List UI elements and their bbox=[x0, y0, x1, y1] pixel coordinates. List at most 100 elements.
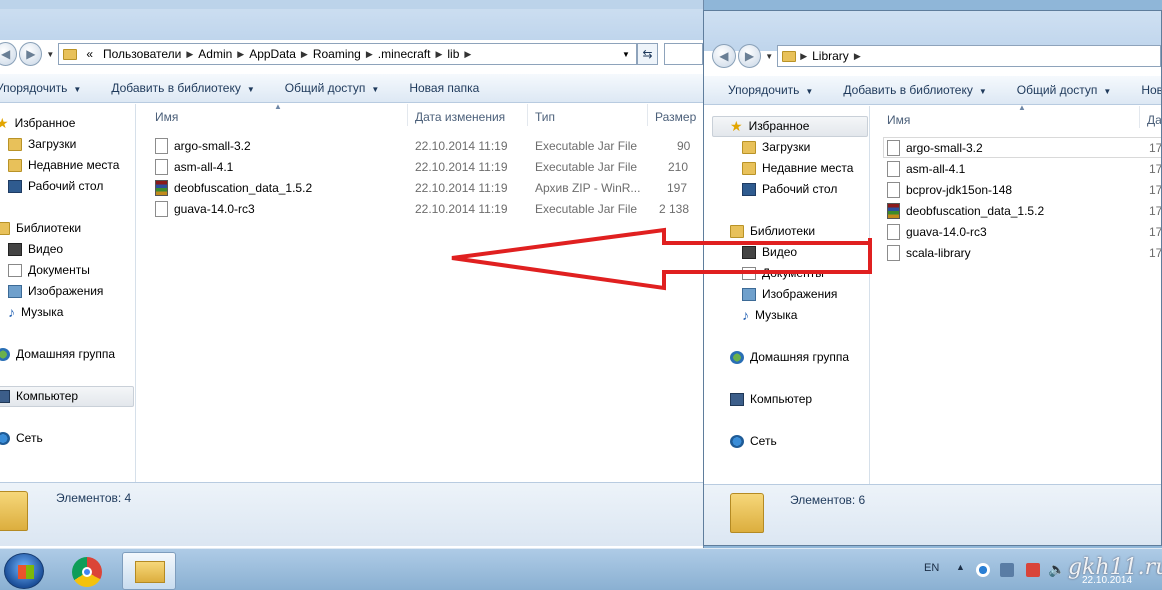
documents-library-icon bbox=[742, 266, 756, 280]
star-icon: ★ bbox=[0, 116, 9, 130]
folder-icon bbox=[782, 50, 797, 62]
nav-computer[interactable]: Компьютер bbox=[730, 392, 812, 406]
column-header-name[interactable]: Имя bbox=[155, 110, 178, 124]
breadcrumb-item[interactable]: Roaming bbox=[313, 47, 361, 61]
organize-button[interactable]: Упорядочить ▼ bbox=[0, 81, 81, 95]
chevron-right-icon[interactable]: ▶ bbox=[464, 49, 471, 60]
nav-recent-places[interactable]: Недавние места bbox=[8, 158, 119, 172]
volume-icon[interactable]: 🔈 bbox=[1048, 561, 1065, 578]
recent-pages-dropdown-icon[interactable]: ▼ bbox=[46, 50, 54, 59]
nav-homegroup[interactable]: Домашняя группа bbox=[0, 347, 115, 361]
breadcrumb-item[interactable]: AppData bbox=[249, 47, 296, 61]
file-row[interactable]: bcprov-jdk15on-148 17. bbox=[887, 179, 1162, 200]
file-type: Executable Jar File bbox=[535, 138, 638, 153]
new-folder-button[interactable]: Нов bbox=[1141, 83, 1161, 97]
nav-music[interactable]: ♪ Музыка bbox=[742, 308, 797, 323]
file-row[interactable]: deobfuscation_data_1.5.2 22.10.2014 11:1… bbox=[155, 177, 703, 198]
chevron-right-icon[interactable]: ▶ bbox=[800, 51, 807, 62]
file-row[interactable]: scala-library 17. bbox=[887, 242, 1162, 263]
address-bar[interactable]: ▶ Library ▶ bbox=[777, 45, 1161, 67]
chevron-right-icon[interactable]: ▶ bbox=[435, 49, 442, 60]
column-divider[interactable] bbox=[527, 104, 528, 126]
add-to-library-button[interactable]: Добавить в библиотеку ▼ bbox=[111, 81, 254, 95]
column-header-size[interactable]: Размер bbox=[655, 110, 696, 124]
nav-desktop[interactable]: Рабочий стол bbox=[742, 182, 837, 196]
nav-pictures[interactable]: Изображения bbox=[742, 287, 837, 301]
network-tray-icon[interactable] bbox=[976, 563, 990, 577]
back-button[interactable]: ◀ bbox=[712, 44, 736, 68]
nav-network[interactable]: Сеть bbox=[730, 434, 777, 448]
file-icon bbox=[887, 223, 900, 240]
column-header-name[interactable]: Имя bbox=[887, 113, 910, 127]
nav-downloads[interactable]: Загрузки bbox=[8, 137, 76, 151]
column-divider[interactable] bbox=[647, 104, 648, 126]
file-row[interactable]: guava-14.0-rc3 22.10.2014 11:19 Executab… bbox=[155, 198, 703, 219]
breadcrumb-item[interactable]: Library bbox=[812, 49, 849, 63]
file-icon bbox=[887, 160, 900, 177]
file-row[interactable]: asm-all-4.1 22.10.2014 11:19 Executable … bbox=[155, 156, 703, 177]
nav-desktop[interactable]: Рабочий стол bbox=[8, 179, 103, 193]
file-date: 17. bbox=[1149, 182, 1162, 197]
nav-computer[interactable]: Компьютер bbox=[0, 389, 78, 403]
nav-homegroup[interactable]: Домашняя группа bbox=[730, 350, 849, 364]
network-error-icon[interactable] bbox=[1026, 563, 1040, 577]
chevron-right-icon[interactable]: ▶ bbox=[366, 49, 373, 60]
column-header-date[interactable]: Дата изменения bbox=[415, 110, 505, 124]
libraries-icon bbox=[0, 221, 10, 235]
nav-music[interactable]: ♪ Музыка bbox=[8, 305, 63, 320]
nav-favorites[interactable]: ★Избранное bbox=[0, 116, 75, 131]
nav-libraries[interactable]: Библиотеки bbox=[730, 224, 815, 238]
chevron-right-icon[interactable]: ▶ bbox=[301, 49, 308, 60]
chevron-right-icon[interactable]: ▶ bbox=[854, 51, 861, 62]
file-row[interactable]: argo-small-3.2 17. bbox=[887, 137, 1161, 158]
nav-favorites[interactable]: ★Избранное bbox=[730, 119, 809, 134]
share-button[interactable]: Общий доступ ▼ bbox=[1017, 83, 1112, 97]
column-header-type[interactable]: Тип bbox=[535, 110, 555, 124]
nav-recent-places[interactable]: Недавние места bbox=[742, 161, 853, 175]
file-date: 17. bbox=[1149, 245, 1162, 260]
search-input[interactable] bbox=[664, 43, 703, 65]
back-button[interactable]: ◀ bbox=[0, 42, 18, 66]
file-row[interactable]: deobfuscation_data_1.5.2 17. bbox=[887, 200, 1161, 221]
start-button[interactable] bbox=[4, 553, 44, 589]
explorer-taskbar-button[interactable] bbox=[122, 552, 176, 590]
file-name: deobfuscation_data_1.5.2 bbox=[174, 180, 313, 195]
breadcrumb-item[interactable]: Пользователи bbox=[103, 47, 181, 61]
recent-pages-dropdown-icon[interactable]: ▼ bbox=[765, 52, 773, 61]
nav-libraries[interactable]: Библиотеки bbox=[0, 221, 81, 235]
forward-button[interactable]: ▶ bbox=[19, 42, 43, 66]
address-dropdown-icon[interactable]: ▼ bbox=[622, 50, 630, 59]
show-hidden-icons-icon[interactable]: ▲ bbox=[956, 562, 965, 572]
nav-network[interactable]: Сеть bbox=[0, 431, 43, 445]
chevron-right-icon[interactable]: ▶ bbox=[237, 49, 244, 60]
nav-video[interactable]: Видео bbox=[8, 242, 63, 256]
nav-documents[interactable]: Документы bbox=[8, 263, 90, 277]
nav-documents[interactable]: Документы bbox=[742, 266, 824, 280]
command-bar: Упорядочить ▼ Добавить в библиотеку ▼ Общи… bbox=[0, 73, 703, 103]
file-row[interactable]: argo-small-3.2 22.10.2014 11:19 Executab… bbox=[155, 135, 703, 156]
share-button[interactable]: Общий доступ ▼ bbox=[285, 81, 380, 95]
chrome-icon[interactable] bbox=[72, 557, 102, 587]
refresh-icon[interactable]: ⇆ bbox=[636, 43, 659, 65]
breadcrumb-overflow[interactable]: « bbox=[86, 47, 93, 61]
file-row[interactable]: guava-14.0-rc3 17. bbox=[887, 221, 1161, 242]
file-size: 90 bbox=[677, 138, 691, 153]
nav-downloads[interactable]: Загрузки bbox=[742, 140, 810, 154]
chevron-right-icon[interactable]: ▶ bbox=[186, 49, 193, 60]
file-row[interactable]: asm-all-4.1 17. bbox=[887, 158, 1161, 179]
column-divider[interactable] bbox=[407, 104, 408, 126]
organize-button[interactable]: Упорядочить ▼ bbox=[728, 83, 813, 97]
add-to-library-button[interactable]: Добавить в библиотеку ▼ bbox=[843, 83, 986, 97]
breadcrumb-item[interactable]: lib bbox=[447, 47, 459, 61]
nav-video[interactable]: Видео bbox=[742, 245, 797, 259]
language-indicator[interactable]: EN bbox=[924, 562, 939, 574]
address-bar[interactable]: « Пользователи ▶ Admin ▶ AppData ▶ Roaming ▶… bbox=[58, 43, 637, 65]
nav-pictures[interactable]: Изображения bbox=[8, 284, 103, 298]
breadcrumb-item[interactable]: .minecraft bbox=[378, 47, 431, 61]
breadcrumb-item[interactable]: Admin bbox=[198, 47, 232, 61]
column-divider[interactable] bbox=[1139, 106, 1140, 128]
forward-button[interactable]: ▶ bbox=[737, 44, 762, 68]
monitor-tray-icon[interactable] bbox=[1000, 563, 1014, 577]
column-header-date[interactable]: Да bbox=[1147, 113, 1161, 127]
new-folder-button[interactable]: Новая папка bbox=[409, 81, 479, 95]
